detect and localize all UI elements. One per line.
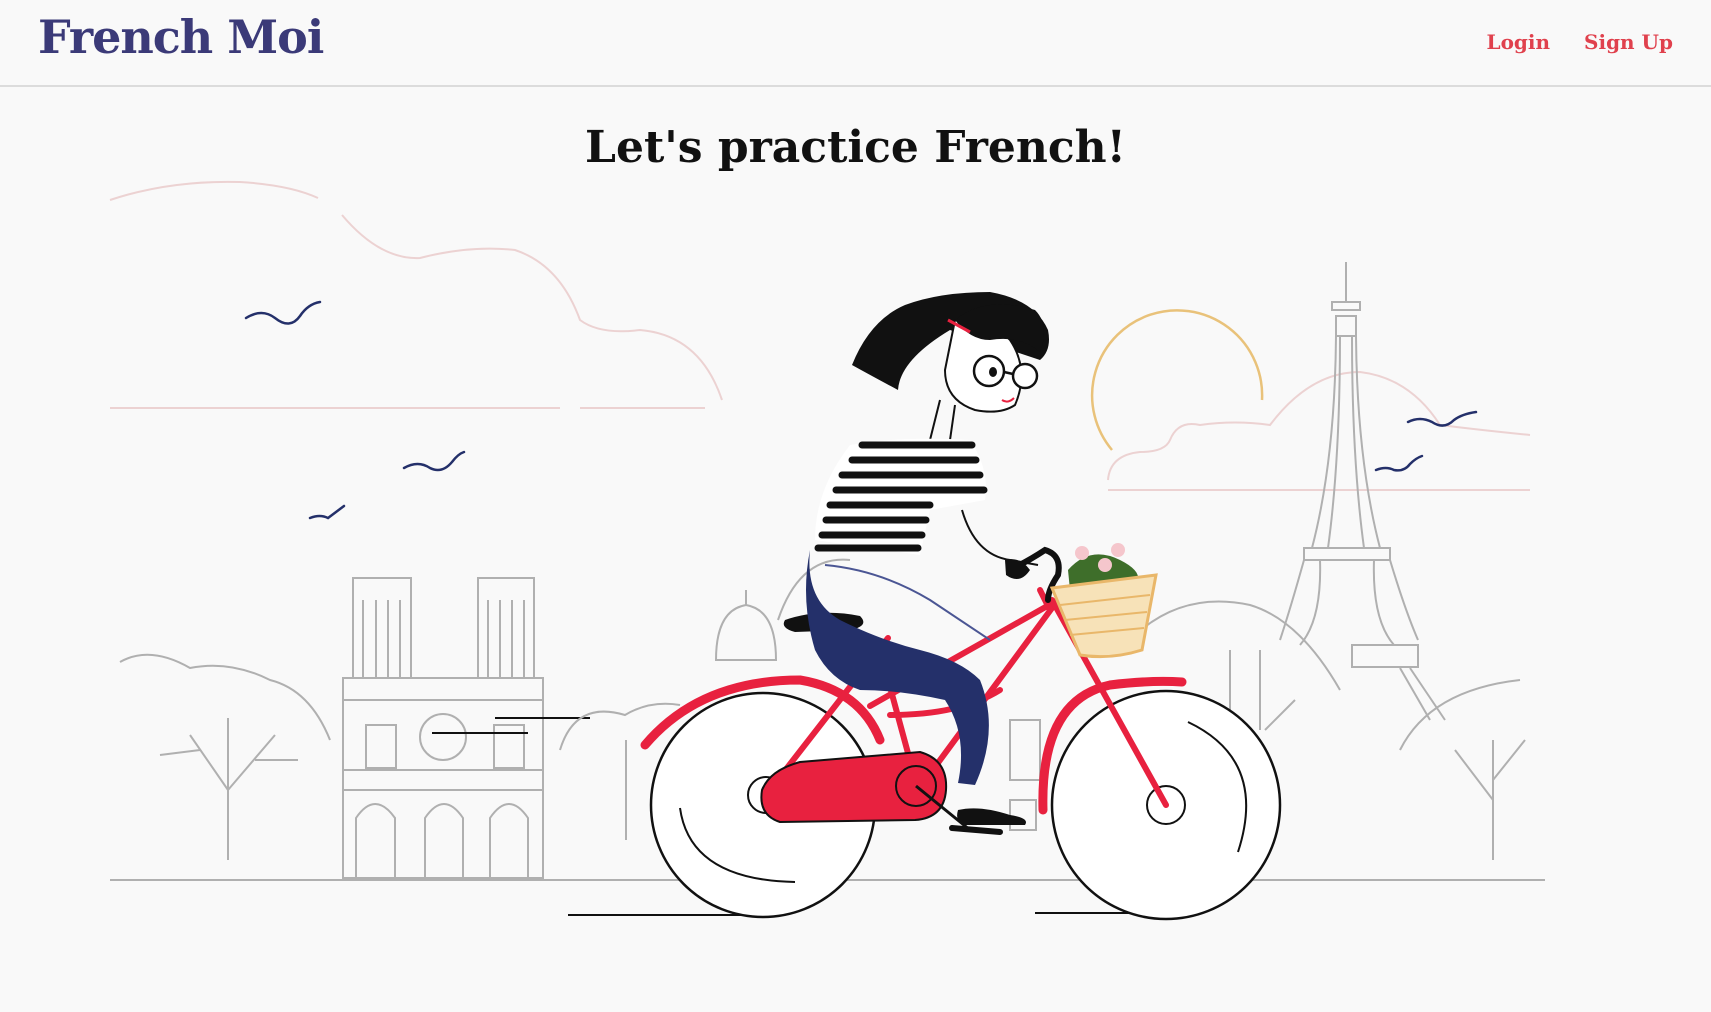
bicycle-icon bbox=[568, 543, 1282, 921]
notre-dame-icon bbox=[342, 577, 544, 879]
cloud-left-icon bbox=[109, 180, 723, 409]
flower-basket-icon bbox=[1049, 543, 1158, 659]
hero-illustration bbox=[109, 180, 1545, 921]
cloud-right-icon bbox=[1107, 370, 1531, 491]
